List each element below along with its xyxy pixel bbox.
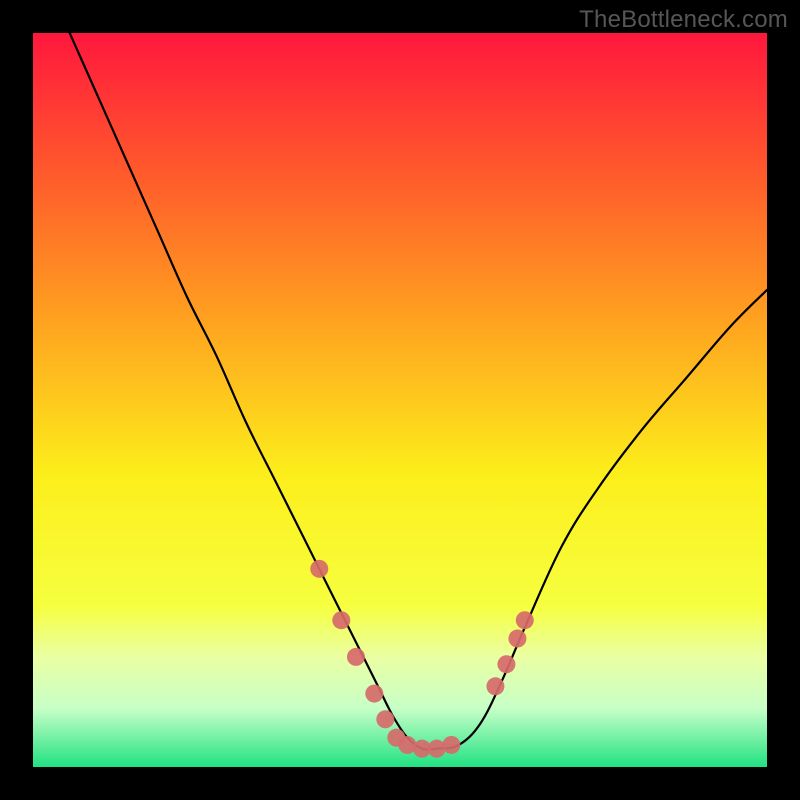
- marker-dot: [442, 736, 460, 754]
- marker-dot: [497, 655, 515, 673]
- plot-area: [33, 33, 767, 767]
- chart-svg: [33, 33, 767, 767]
- marker-dot: [516, 611, 534, 629]
- marker-dot: [310, 560, 328, 578]
- marker-dot: [365, 685, 383, 703]
- marker-dot: [332, 611, 350, 629]
- marker-dot: [508, 630, 526, 648]
- chart-stage: TheBottleneck.com: [0, 0, 800, 800]
- marker-dot: [347, 648, 365, 666]
- marker-dot: [376, 710, 394, 728]
- watermark-text: TheBottleneck.com: [579, 6, 788, 34]
- gradient-background: [33, 33, 767, 767]
- marker-dot: [486, 677, 504, 695]
